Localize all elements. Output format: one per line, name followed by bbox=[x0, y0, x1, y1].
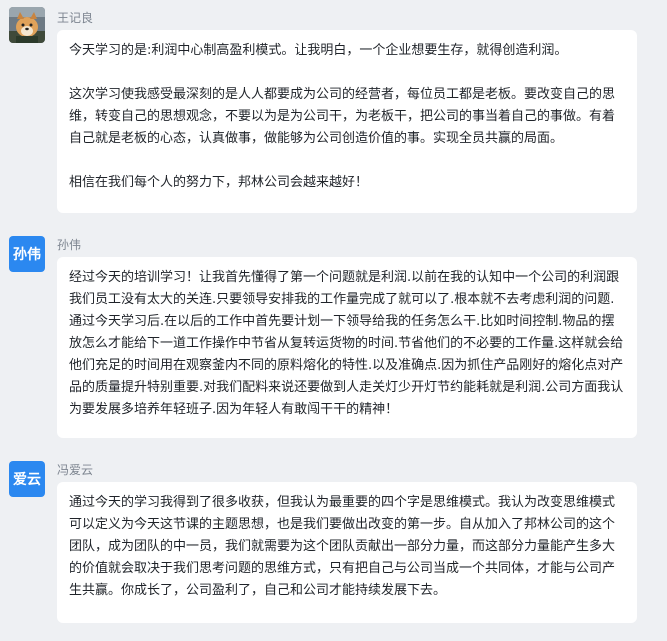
avatar-text[interactable]: 爱云 bbox=[9, 461, 45, 497]
dog-avatar-icon bbox=[9, 7, 45, 43]
message-bubble[interactable]: 经过今天的培训学习！让我首先懂得了第一个问题就是利润.以前在我的认知中一个公司的… bbox=[57, 257, 637, 438]
message-paragraph: 通过今天的学习我得到了很多收获，但我认为最重要的四个字是思维模式。我认为改变思维… bbox=[69, 495, 616, 598]
avatar-photo[interactable] bbox=[9, 7, 45, 43]
message-bubble[interactable]: 通过今天的学习我得到了很多收获，但我认为最重要的四个字是思维模式。我认为改变思维… bbox=[57, 482, 637, 623]
sender-name[interactable]: 孙伟 bbox=[57, 238, 81, 252]
sender-name[interactable]: 王记良 bbox=[57, 11, 93, 25]
message-paragraph: 今天学习的是:利润中心制高盈利模式。让我明白，一个企业想要生存，就得创造利润。 bbox=[69, 43, 568, 58]
message-paragraph: 相信在我们每个人的努力下，邦林公司会越来越好！ bbox=[69, 175, 369, 190]
message-bubble[interactable]: 今天学习的是:利润中心制高盈利模式。让我明白，一个企业想要生存，就得创造利润。 … bbox=[57, 30, 637, 213]
message-paragraph: 这次学习使我感受最深刻的是人人都要成为公司的经营者，每位员工都是老板。要改变自己… bbox=[69, 87, 616, 146]
avatar-text[interactable]: 孙伟 bbox=[9, 236, 45, 272]
sender-name[interactable]: 冯爱云 bbox=[57, 463, 93, 477]
message-paragraph: 经过今天的培训学习！让我首先懂得了第一个问题就是利润.以前在我的认知中一个公司的… bbox=[69, 270, 624, 417]
